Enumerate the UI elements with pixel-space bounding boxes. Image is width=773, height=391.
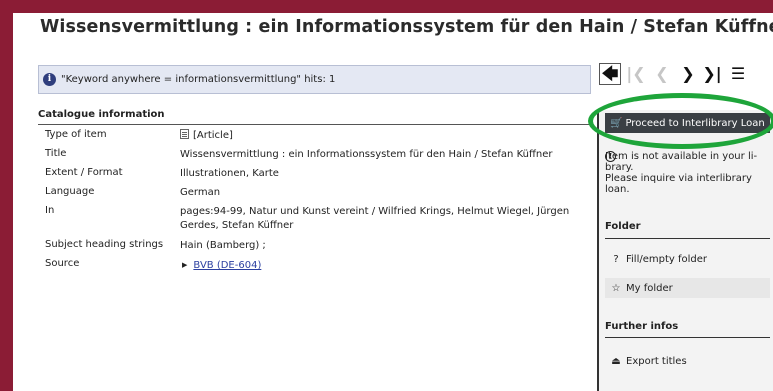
result-list-icon[interactable]: ☰ xyxy=(727,63,749,85)
fill-folder-link[interactable]: ? Fill/empty folder xyxy=(605,249,770,269)
row-value: Illustrationen, Karte xyxy=(180,168,279,179)
row-value: ▶ BVB (DE-604) xyxy=(180,258,580,273)
row-label: Language xyxy=(45,186,95,197)
further-infos-rule xyxy=(605,337,770,338)
fill-folder-label: Fill/empty folder xyxy=(626,253,708,265)
search-hits-text: "Keyword anywhere = informationsvermittl… xyxy=(61,74,336,85)
frame-left-border xyxy=(0,0,13,391)
row-value: pages:94-99, Natur und Kunst vereint / W… xyxy=(180,206,570,231)
info-icon: i xyxy=(43,73,56,86)
notice-line: loan. xyxy=(605,184,630,195)
row-label: Title xyxy=(45,148,67,159)
folder-heading: Folder xyxy=(605,221,641,232)
row-extent-format: Extent / Format Illustrationen, Karte xyxy=(45,167,580,181)
row-value: Wissensvermittlung : ein Informationssys… xyxy=(180,149,553,160)
back-arrow-icon[interactable]: 🡄 xyxy=(599,63,621,85)
row-label: Source xyxy=(45,258,80,269)
row-type-of-item: Type of item [Article] xyxy=(45,129,580,143)
my-folder-link[interactable]: ☆ My folder xyxy=(605,278,770,298)
row-label: Type of item xyxy=(45,129,107,140)
export-titles-label: Export titles xyxy=(626,355,687,367)
row-title: Title Wissensvermittlung : ein Informati… xyxy=(45,148,580,162)
row-subject-headings: Subject heading strings Hain (Bamberg) ; xyxy=(45,239,580,253)
row-source: Source ▶ BVB (DE-604) xyxy=(45,258,580,273)
notice-line: Item is not available in your li- xyxy=(605,151,758,162)
type-value: [Article] xyxy=(193,130,233,141)
help-circle-icon: ? xyxy=(613,253,619,265)
alert-icon: ! xyxy=(605,151,616,162)
article-icon xyxy=(180,129,189,139)
last-record-icon[interactable]: ❯| xyxy=(701,63,723,85)
notice-line: brary. xyxy=(605,162,634,173)
row-label: Subject heading strings xyxy=(45,239,164,250)
source-link[interactable]: BVB (DE-604) xyxy=(193,260,261,271)
next-record-icon[interactable]: ❯ xyxy=(677,63,699,85)
row-value: [Article] xyxy=(180,129,580,143)
search-result-info: i "Keyword anywhere = informationsvermit… xyxy=(38,65,591,94)
notice-line: Please inquire via interlibrary xyxy=(605,173,752,184)
expand-triangle-icon[interactable]: ▶ xyxy=(182,258,187,272)
page-title: Wissensvermittlung : ein Informationssys… xyxy=(40,17,773,37)
availability-notice: ! Item is not available in your li- brar… xyxy=(605,151,770,195)
row-value: German xyxy=(180,187,221,198)
sidebar-divider xyxy=(597,110,599,391)
row-value: Hain (Bamberg) ; xyxy=(180,240,266,251)
page-content: Wissensvermittlung : ein Informationssys… xyxy=(13,13,773,391)
my-folder-label: My folder xyxy=(626,282,673,294)
further-infos-heading: Further infos xyxy=(605,321,679,332)
star-icon: ☆ xyxy=(611,282,621,294)
row-language: Language German xyxy=(45,186,580,200)
frame-top-border xyxy=(0,0,773,13)
export-titles-link[interactable]: ⏏ Export titles xyxy=(605,351,770,371)
row-label: Extent / Format xyxy=(45,167,123,178)
first-record-icon: |❮ xyxy=(626,64,646,83)
previous-record-icon: ❮ xyxy=(655,64,669,83)
catalogue-info-heading: Catalogue information xyxy=(38,109,593,125)
record-navigation: 🡄 |❮ ❮ ❯ ❯| ☰ xyxy=(599,63,759,87)
highlight-ring xyxy=(588,93,773,149)
folder-rule xyxy=(605,238,770,239)
row-in: In pages:94-99, Natur und Kunst vereint … xyxy=(45,205,580,233)
export-icon: ⏏ xyxy=(611,355,621,367)
row-label: In xyxy=(45,205,55,216)
